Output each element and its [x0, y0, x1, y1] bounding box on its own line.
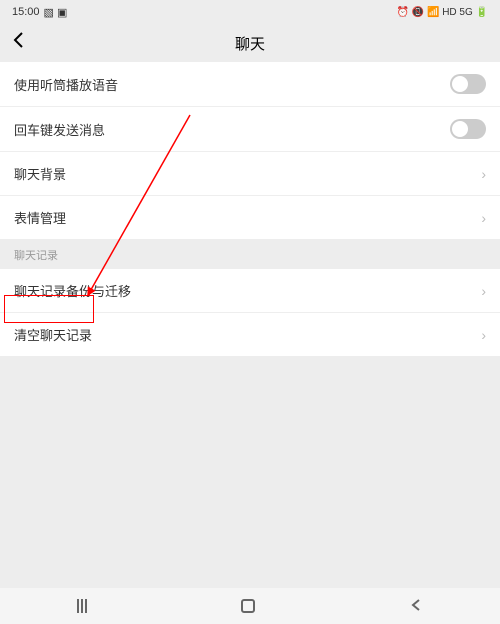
chevron-right-icon: ›	[481, 327, 486, 343]
nav-bar: 聊天	[0, 24, 500, 62]
status-time: 15:00	[12, 6, 40, 18]
item-label: 聊天背景	[14, 164, 66, 183]
nav-home-button[interactable]	[241, 599, 255, 613]
status-icon-notif: ▧ ▣	[44, 6, 68, 19]
status-bar: 15:00 ▧ ▣ ⏰ 📵 📶 HD 5G 🔋	[0, 0, 500, 24]
back-icon	[12, 31, 24, 49]
chevron-right-icon: ›	[481, 283, 486, 299]
status-right: ⏰ 📵 📶 HD 5G 🔋	[397, 7, 488, 18]
item-label: 使用听筒播放语音	[14, 75, 118, 94]
item-label: 清空聊天记录	[14, 325, 92, 344]
item-clear-records[interactable]: 清空聊天记录 ›	[0, 313, 500, 356]
chevron-right-icon: ›	[481, 166, 486, 182]
status-icons-right: ⏰ 📵 📶 HD 5G 🔋	[397, 7, 488, 18]
item-speaker-playback[interactable]: 使用听筒播放语音	[0, 62, 500, 107]
item-enter-send[interactable]: 回车键发送消息	[0, 107, 500, 152]
nav-recent-button[interactable]	[77, 599, 87, 613]
page-title: 聊天	[235, 33, 265, 54]
item-emoji-management[interactable]: 表情管理 ›	[0, 196, 500, 239]
item-label: 回车键发送消息	[14, 120, 105, 139]
item-backup-migrate[interactable]: 聊天记录备份与迁移 ›	[0, 269, 500, 313]
back-button[interactable]	[12, 31, 24, 55]
item-chat-background[interactable]: 聊天背景 ›	[0, 152, 500, 196]
item-label: 表情管理	[14, 208, 66, 227]
system-nav-bar	[0, 588, 500, 624]
section-header-records: 聊天记录	[0, 239, 500, 269]
status-left: 15:00 ▧ ▣	[12, 6, 67, 19]
toggle-enter-send[interactable]	[450, 119, 486, 139]
section-settings: 使用听筒播放语音 回车键发送消息 聊天背景 › 表情管理 ›	[0, 62, 500, 239]
item-label: 聊天记录备份与迁移	[14, 281, 131, 300]
nav-back-button[interactable]	[409, 596, 423, 617]
chevron-right-icon: ›	[481, 210, 486, 226]
toggle-speaker[interactable]	[450, 74, 486, 94]
section-records: 聊天记录备份与迁移 › 清空聊天记录 ›	[0, 269, 500, 356]
